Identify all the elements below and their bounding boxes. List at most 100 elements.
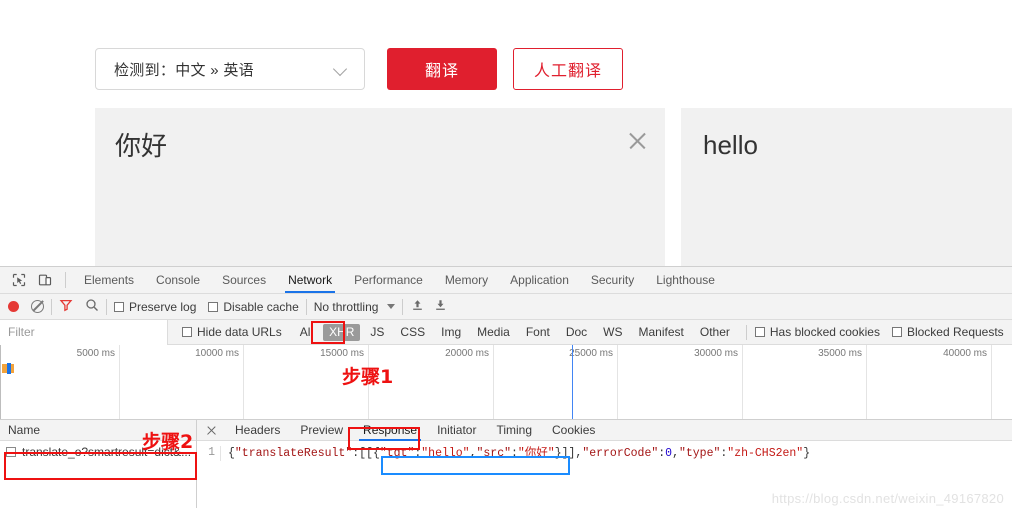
- toolbar-divider: [65, 272, 66, 288]
- language-pair-label: 检测到：中文 » 英语: [114, 61, 254, 79]
- target-text-area: hello: [681, 108, 1012, 266]
- json-segment: ,: [672, 447, 679, 460]
- json-segment: "errorCode": [582, 447, 659, 460]
- filter-type-xhr[interactable]: XHR: [323, 323, 361, 341]
- detail-tab-timing[interactable]: Timing: [486, 420, 542, 441]
- preserve-log-label: Preserve log: [129, 299, 197, 314]
- target-text: hello: [703, 130, 758, 160]
- preserve-log-checkbox[interactable]: Preserve log: [114, 300, 196, 314]
- filter-type-css[interactable]: CSS: [394, 324, 431, 341]
- timeline-gridline: [119, 345, 120, 419]
- search-icon[interactable]: [85, 298, 99, 315]
- filter-type-font[interactable]: Font: [520, 324, 556, 341]
- detail-tab-cookies[interactable]: Cookies: [542, 420, 605, 441]
- has-blocked-cookies-label: Has blocked cookies: [769, 325, 880, 339]
- tab-lighthouse[interactable]: Lighthouse: [645, 267, 726, 293]
- line-number: 1: [197, 446, 221, 461]
- hide-data-urls-checkbox[interactable]: Hide data URLs: [182, 325, 282, 339]
- network-filter-bar: Hide data URLs AllXHRJSCSSImgMediaFontDo…: [0, 319, 1012, 345]
- tab-application[interactable]: Application: [499, 267, 580, 293]
- toolbar-divider: [402, 298, 404, 315]
- row-checkbox[interactable]: [6, 447, 16, 457]
- json-segment: "hello": [421, 447, 470, 460]
- devtools-tab-strip: Elements Console Sources Network Performance…: [0, 267, 1012, 294]
- tab-security[interactable]: Security: [580, 267, 645, 293]
- network-overview-timeline[interactable]: 5000 ms 10000 ms 15000 ms 20000 ms 25000 ms 3…: [0, 345, 1012, 420]
- filter-icon[interactable]: [59, 298, 73, 315]
- timeline-request-bar[interactable]: [2, 363, 14, 374]
- json-segment: :: [511, 447, 518, 460]
- detail-tab-headers[interactable]: Headers: [225, 420, 290, 441]
- checkbox-box: [754, 327, 765, 337]
- tab-network[interactable]: Network: [277, 267, 343, 293]
- record-button[interactable]: [8, 301, 19, 312]
- detail-tab-initiator[interactable]: Initiator: [427, 420, 486, 441]
- request-name: translate_o?smartresult=dict&...: [22, 445, 192, 459]
- timeline-gridline: [742, 345, 743, 419]
- json-segment: }]],: [554, 447, 583, 460]
- close-icon[interactable]: [203, 422, 219, 438]
- toggle-device-toolbar-icon[interactable]: [32, 268, 58, 292]
- json-segment: "tgt": [379, 447, 415, 460]
- disable-cache-checkbox[interactable]: Disable cache: [208, 300, 299, 314]
- resource-type-filters: All XHR JS CSS Img Media Font Doc WS Manifest Othe…: [292, 323, 738, 341]
- request-list-header: Name: [0, 420, 196, 441]
- json-segment: "你好": [517, 447, 555, 460]
- human-translate-button[interactable]: 人工翻译: [513, 48, 623, 90]
- detail-tab-preview[interactable]: Preview: [290, 420, 353, 441]
- has-blocked-cookies-checkbox[interactable]: Has blocked cookies: [754, 325, 880, 339]
- source-text-area[interactable]: 你好: [95, 108, 665, 266]
- translate-button[interactable]: 翻译: [387, 48, 497, 90]
- translate-toolbar: 检测到：中文 » 英语 翻译 人工翻译: [95, 48, 623, 90]
- response-json[interactable]: {"translateResult":[[{"tgt": "hello", "src…: [228, 446, 810, 461]
- checkbox-box: [891, 327, 902, 337]
- response-body: 1 {"translateResult":[[{"tgt": "hello", "s…: [197, 441, 1012, 461]
- throttling-select[interactable]: No throttling: [314, 300, 379, 314]
- timeline-tick-label: 25000 ms: [569, 348, 613, 359]
- timeline-gridline: [866, 345, 867, 419]
- source-text: 你好: [115, 131, 168, 161]
- filter-type-js[interactable]: JS: [364, 324, 390, 341]
- devtools-tabs-container: Elements Console Sources Network Performance…: [73, 267, 726, 293]
- tab-elements[interactable]: Elements: [73, 267, 145, 293]
- toolbar-divider: [106, 298, 107, 315]
- export-har-icon[interactable]: [433, 298, 448, 316]
- request-detail-tab-strip: Headers Preview Response Initiator Timing Coo…: [197, 420, 1012, 441]
- tab-memory[interactable]: Memory: [434, 267, 499, 293]
- filter-type-other[interactable]: Other: [694, 324, 736, 341]
- translate-page: 检测到：中文 » 英语 翻译 人工翻译 你好 hello: [0, 0, 1012, 266]
- filter-input[interactable]: [0, 319, 168, 345]
- filter-type-media[interactable]: Media: [471, 324, 516, 341]
- language-pair-select[interactable]: 检测到：中文 » 英语: [95, 48, 365, 90]
- hide-data-urls-label: Hide data URLs: [197, 325, 282, 339]
- table-row[interactable]: translate_o?smartresult=dict&...: [0, 441, 196, 463]
- tab-sources[interactable]: Sources: [211, 267, 277, 293]
- clear-icon[interactable]: [31, 300, 44, 313]
- json-segment: "src": [476, 447, 511, 460]
- detail-tabs-container: Headers Preview Response Initiator Timing Coo…: [225, 420, 605, 441]
- timeline-tick-label: 20000 ms: [445, 348, 489, 359]
- checkbox-box: [182, 327, 192, 337]
- chevron-down-icon[interactable]: [387, 304, 396, 309]
- inspect-element-icon[interactable]: [6, 268, 32, 292]
- filter-type-doc[interactable]: Doc: [560, 324, 593, 341]
- filter-type-img[interactable]: Img: [435, 324, 467, 341]
- timeline-tick-label: 35000 ms: [818, 348, 862, 359]
- close-icon[interactable]: [627, 130, 649, 152]
- timeline-tick-label: 5000 ms: [76, 348, 115, 359]
- timeline-gridline: [243, 345, 244, 419]
- toolbar-divider: [745, 324, 747, 340]
- blocked-requests-checkbox[interactable]: Blocked Requests: [891, 325, 1004, 339]
- timeline-tick-label: 30000 ms: [694, 348, 738, 359]
- timeline-gridline: [368, 345, 369, 419]
- filter-type-all[interactable]: All: [294, 324, 319, 341]
- tab-performance[interactable]: Performance: [343, 267, 434, 293]
- network-toolbar: Preserve log Disable cache No throttling: [0, 294, 1012, 320]
- import-har-icon[interactable]: [410, 298, 425, 316]
- tab-console[interactable]: Console: [145, 267, 211, 293]
- filter-type-ws[interactable]: WS: [597, 324, 628, 341]
- checkbox-box: [208, 301, 219, 312]
- filter-type-manifest[interactable]: Manifest: [633, 324, 690, 341]
- screenshot-root: 检测到：中文 » 英语 翻译 人工翻译 你好 hello Elements Co…: [0, 0, 1012, 508]
- detail-tab-response[interactable]: Response: [353, 420, 427, 441]
